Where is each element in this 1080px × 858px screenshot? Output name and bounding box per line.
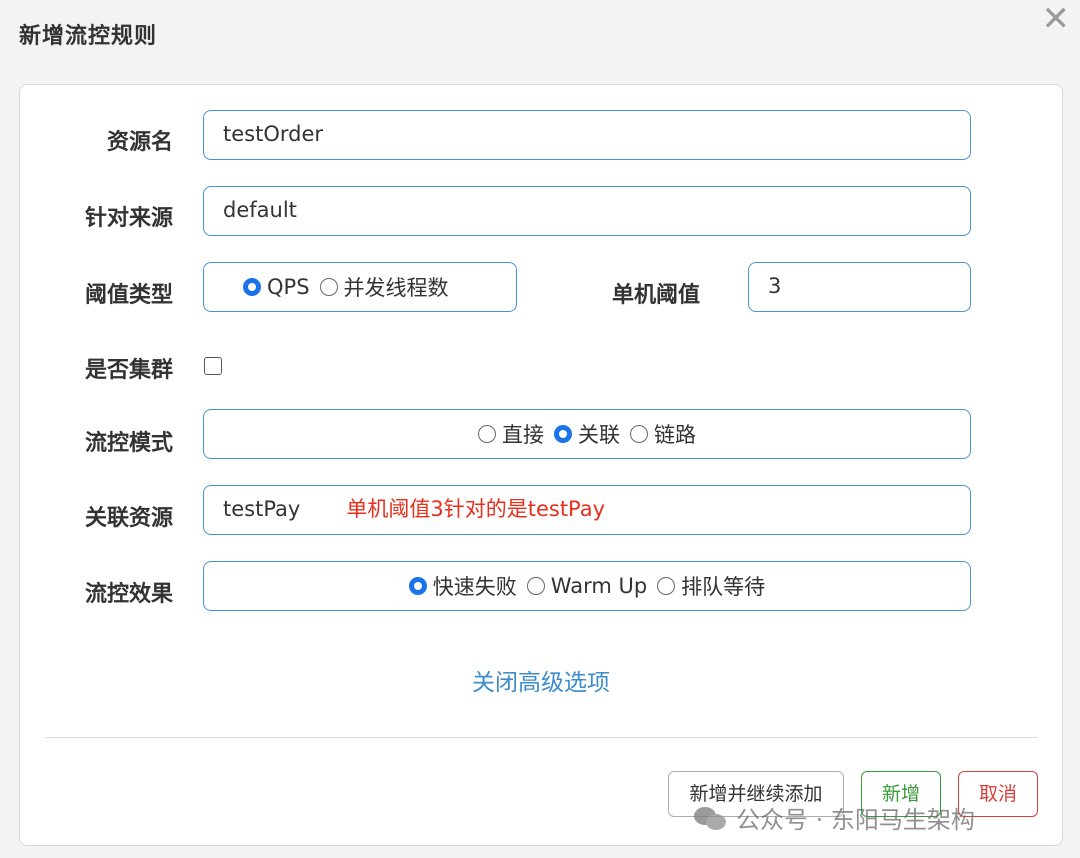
ref-resource-input[interactable]: testPay 单机阈值3针对的是testPay (203, 485, 971, 535)
annotation-note: 单机阈值3针对的是testPay (346, 497, 606, 521)
radio-label: 链路 (654, 423, 696, 447)
watermark-text: 公众号 · 东阳马生架构 (736, 806, 975, 834)
radio-chain[interactable]: 链路 (630, 419, 696, 449)
wechat-icon (694, 805, 728, 831)
control-behavior-radio-group: 快速失败 Warm Up 排队等待 (203, 561, 971, 611)
toggle-advanced-link[interactable]: 关闭高级选项 (20, 663, 1062, 697)
radio-label: 并发线程数 (343, 276, 449, 300)
cluster-label: 是否集群 (84, 358, 173, 383)
radio-thread-count[interactable]: 并发线程数 (319, 272, 449, 302)
ref-resource-value: testPay (223, 497, 301, 521)
strategy-label: 流控模式 (84, 431, 173, 456)
radio-unchecked-icon (630, 425, 648, 443)
resource-name-input[interactable]: testOrder (203, 110, 971, 160)
radio-label: 快速失败 (432, 575, 517, 599)
limit-app-label: 针对来源 (84, 206, 173, 231)
radio-direct[interactable]: 直接 (478, 419, 544, 449)
control-behavior-label: 流控效果 (84, 582, 173, 607)
threshold-input[interactable]: 3 (748, 262, 971, 312)
threshold-type-radio-group: QPS 并发线程数 (203, 262, 517, 312)
radio-unchecked-icon (526, 577, 545, 595)
divider (45, 737, 1038, 738)
dialog-title: 新增流控规则 (19, 24, 158, 49)
radio-unchecked-icon (319, 278, 338, 296)
radio-unchecked-icon (478, 425, 496, 443)
radio-label: Warm Up (550, 574, 648, 598)
cluster-checkbox[interactable] (204, 357, 222, 375)
radio-queue[interactable]: 排队等待 (657, 571, 765, 601)
radio-unchecked-icon (657, 577, 676, 595)
radio-qps[interactable]: QPS (243, 275, 310, 299)
ref-resource-label: 关联资源 (84, 506, 173, 531)
radio-label: 关联 (578, 423, 620, 447)
strategy-radio-group: 直接 关联 链路 (203, 409, 971, 459)
radio-label: 排队等待 (681, 575, 766, 599)
radio-checked-icon (554, 425, 572, 443)
threshold-label: 单机阈值 (611, 283, 700, 308)
radio-relate[interactable]: 关联 (554, 419, 620, 449)
threshold-type-label: 阈值类型 (84, 283, 173, 308)
rule-form-panel: 资源名 testOrder 针对来源 default 阈值类型 QPS 并发线程… (19, 84, 1063, 846)
radio-checked-icon (408, 577, 427, 595)
radio-warm-up[interactable]: Warm Up (526, 574, 648, 598)
radio-label: 直接 (502, 423, 544, 447)
radio-fast-fail[interactable]: 快速失败 (408, 571, 517, 601)
limit-app-input[interactable]: default (203, 186, 971, 236)
watermark: 公众号 · 东阳马生架构 (694, 800, 975, 835)
close-icon[interactable]: ✕ (1042, 2, 1071, 36)
radio-label: QPS (267, 275, 310, 299)
resource-name-label: 资源名 (106, 130, 173, 155)
radio-checked-icon (243, 278, 261, 296)
